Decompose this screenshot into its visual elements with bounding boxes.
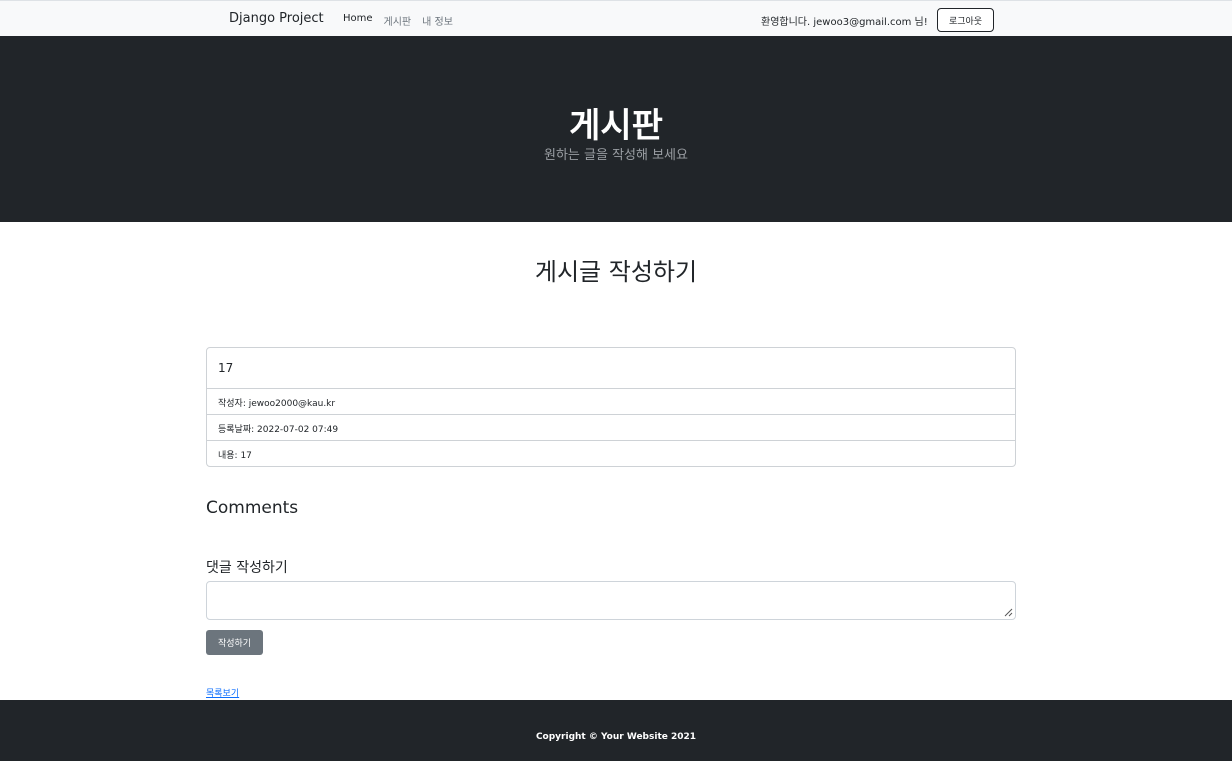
nav-link-my-info[interactable]: 내 정보 [422, 13, 453, 28]
top-navbar: Django Project Home 게시판 내 정보 환영합니다. jewo… [0, 0, 1232, 36]
post-content: 내용: 17 [218, 451, 252, 461]
page-header: 게시판 원하는 글을 작성해 보세요 [0, 36, 1232, 222]
resize-handle-icon[interactable] [1003, 607, 1013, 617]
header-subtitle: 원하는 글을 작성해 보세요 [544, 148, 688, 163]
back-to-list-link[interactable]: 목록보기 [206, 686, 239, 699]
comment-textarea[interactable] [206, 581, 1016, 620]
page-title: 게시글 작성하기 [534, 258, 698, 286]
nav-link-board[interactable]: 게시판 [384, 13, 412, 28]
welcome-text: 환영합니다. jewoo3@gmail.com 님! [761, 17, 928, 28]
nav-link-home[interactable]: Home [343, 13, 373, 28]
post-date: 등록날짜: 2022-07-02 07:49 [207, 415, 1015, 441]
page-footer: Copyright © Your Website 2021 [0, 700, 1232, 761]
brand-link[interactable]: Django Project [229, 11, 324, 26]
comments-heading: Comments [206, 498, 299, 518]
post-title: 17 [207, 348, 1015, 389]
header-title: 게시판 [569, 106, 663, 146]
nav-links: Home 게시판 내 정보 [343, 13, 453, 28]
comment-form-label: 댓글 작성하기 [206, 560, 288, 576]
footer-copyright: Copyright © Your Website 2021 [535, 732, 697, 742]
logout-button[interactable]: 로그아웃 [937, 8, 994, 32]
post-card: 17 작성자: jewoo2000@kau.kr 등록날짜: 2022-07-0… [206, 347, 1016, 467]
post-author: 작성자: jewoo2000@kau.kr [207, 389, 1015, 415]
submit-comment-button[interactable]: 작성하기 [206, 630, 263, 655]
